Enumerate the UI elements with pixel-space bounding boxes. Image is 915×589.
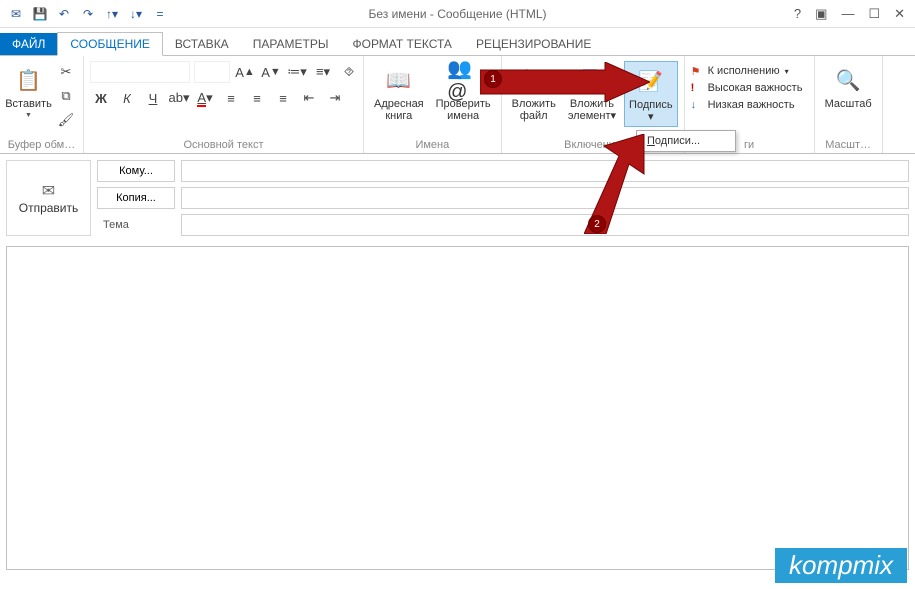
bold-button[interactable]: Ж (90, 87, 112, 109)
tab-insert[interactable]: ВСТАВКА (163, 33, 241, 55)
format-painter-icon[interactable]: 🖌 (55, 109, 77, 131)
cut-icon[interactable]: ✂ (55, 61, 77, 83)
window-title: Без имени - Сообщение (HTML) (368, 7, 546, 21)
tab-review[interactable]: РЕЦЕНЗИРОВАНИЕ (464, 33, 603, 55)
flag-icon: ⚑ (691, 65, 703, 77)
font-size[interactable] (194, 61, 230, 83)
annotation-badge-1: 1 (484, 70, 502, 88)
tab-file[interactable]: ФАЙЛ (0, 33, 57, 55)
envelope-icon[interactable]: ✉ (8, 6, 24, 22)
zoom-icon: 🔍 (832, 64, 864, 96)
cc-button[interactable]: Копия... (97, 187, 175, 209)
qat-more-icon[interactable]: = (152, 6, 168, 22)
address-book-icon: 📖 (383, 64, 415, 96)
send-button[interactable]: ✉ Отправить (6, 160, 91, 236)
shrink-font-icon[interactable]: A▼ (260, 61, 282, 83)
subject-label: Тема (97, 219, 175, 231)
minimize-icon[interactable]: — (841, 6, 854, 22)
tab-format[interactable]: ФОРМАТ ТЕКСТА (340, 33, 463, 55)
paste-button[interactable]: 📋 Вставить ▼ (6, 61, 51, 122)
cc-input[interactable] (181, 187, 909, 209)
group-zoom: 🔍 Масштаб Масшт… (815, 56, 883, 153)
save-icon[interactable]: 💾 (32, 6, 48, 22)
address-book-button[interactable]: 📖 Адреснаякнига (370, 61, 428, 125)
group-clipboard-label: Буфер обм… (6, 139, 77, 151)
numbering-icon[interactable]: ≡▾ (312, 61, 334, 83)
zoom-button[interactable]: 🔍 Масштаб (821, 61, 876, 113)
align-right-icon[interactable]: ≡ (272, 87, 294, 109)
group-clipboard: 📋 Вставить ▼ ✂ ⧉ 🖌 Буфер обм… (0, 56, 84, 153)
ribbon-tabstrip: ФАЙЛ СООБЩЕНИЕ ВСТАВКА ПАРАМЕТРЫ ФОРМАТ … (0, 28, 915, 56)
indent-less-icon[interactable]: ⇤ (298, 87, 320, 109)
clipboard-icon: 📋 (13, 64, 45, 96)
annotation-badge-2: 2 (588, 215, 606, 233)
maximize-icon[interactable]: ☐ (868, 6, 880, 22)
high-importance-button[interactable]: ! Высокая важность (691, 82, 803, 94)
message-body[interactable] (6, 246, 909, 570)
close-icon[interactable]: ✕ (894, 6, 905, 22)
bullets-icon[interactable]: ≔▾ (286, 61, 308, 83)
ribbon-display-icon[interactable]: ▣ (815, 6, 827, 22)
to-input[interactable] (181, 160, 909, 182)
annotation-arrow-1 (480, 62, 650, 102)
clear-format-icon[interactable]: ⯑ (338, 61, 360, 83)
help-icon[interactable]: ? (794, 6, 801, 22)
follow-up-button[interactable]: ⚑ К исполнению▾ (691, 65, 789, 77)
group-basic-text: A▲ A▼ ≔▾ ≡▾ ⯑ Ж К Ч ab▾ A▾ ≡ ≡ ≡ ⇤ ⇥ Осн… (84, 56, 364, 153)
underline-button[interactable]: Ч (142, 87, 164, 109)
font-name[interactable] (90, 61, 190, 83)
ribbon: 📋 Вставить ▼ ✂ ⧉ 🖌 Буфер обм… A▲ A▼ ≔▾ ≡… (0, 56, 915, 154)
recipient-area: ✉ Отправить Кому... Копия... Тема (0, 154, 915, 242)
low-importance-icon: ↓ (691, 99, 703, 111)
check-names-icon: 👥@ (447, 64, 479, 96)
highlight-icon[interactable]: ab▾ (168, 87, 190, 109)
high-importance-icon: ! (691, 82, 703, 94)
up-icon[interactable]: ↑▾ (104, 6, 120, 22)
indent-more-icon[interactable]: ⇥ (324, 87, 346, 109)
down-icon[interactable]: ↓▾ (128, 6, 144, 22)
watermark: kompmix (775, 548, 907, 583)
group-zoom-label: Масшт… (821, 139, 876, 151)
grow-font-icon[interactable]: A▲ (234, 61, 256, 83)
group-basic-text-label: Основной текст (90, 139, 357, 151)
to-button[interactable]: Кому... (97, 160, 175, 182)
chevron-down-icon: ▼ (25, 112, 32, 119)
titlebar: ✉ 💾 ↶ ↷ ↑▾ ↓▾ = Без имени - Сообщение (H… (0, 0, 915, 28)
low-importance-button[interactable]: ↓ Низкая важность (691, 99, 795, 111)
quick-access-toolbar: ✉ 💾 ↶ ↷ ↑▾ ↓▾ = (0, 6, 168, 22)
font-color-icon[interactable]: A▾ (194, 87, 216, 109)
redo-icon[interactable]: ↷ (80, 6, 96, 22)
subject-input[interactable] (181, 214, 909, 236)
group-names-label: Имена (370, 139, 495, 151)
tab-options[interactable]: ПАРАМЕТРЫ (241, 33, 341, 55)
tab-message[interactable]: СООБЩЕНИЕ (57, 32, 163, 56)
send-icon: ✉ (42, 181, 55, 201)
undo-icon[interactable]: ↶ (56, 6, 72, 22)
align-center-icon[interactable]: ≡ (246, 87, 268, 109)
copy-icon[interactable]: ⧉ (55, 85, 77, 107)
align-left-icon[interactable]: ≡ (220, 87, 242, 109)
italic-button[interactable]: К (116, 87, 138, 109)
